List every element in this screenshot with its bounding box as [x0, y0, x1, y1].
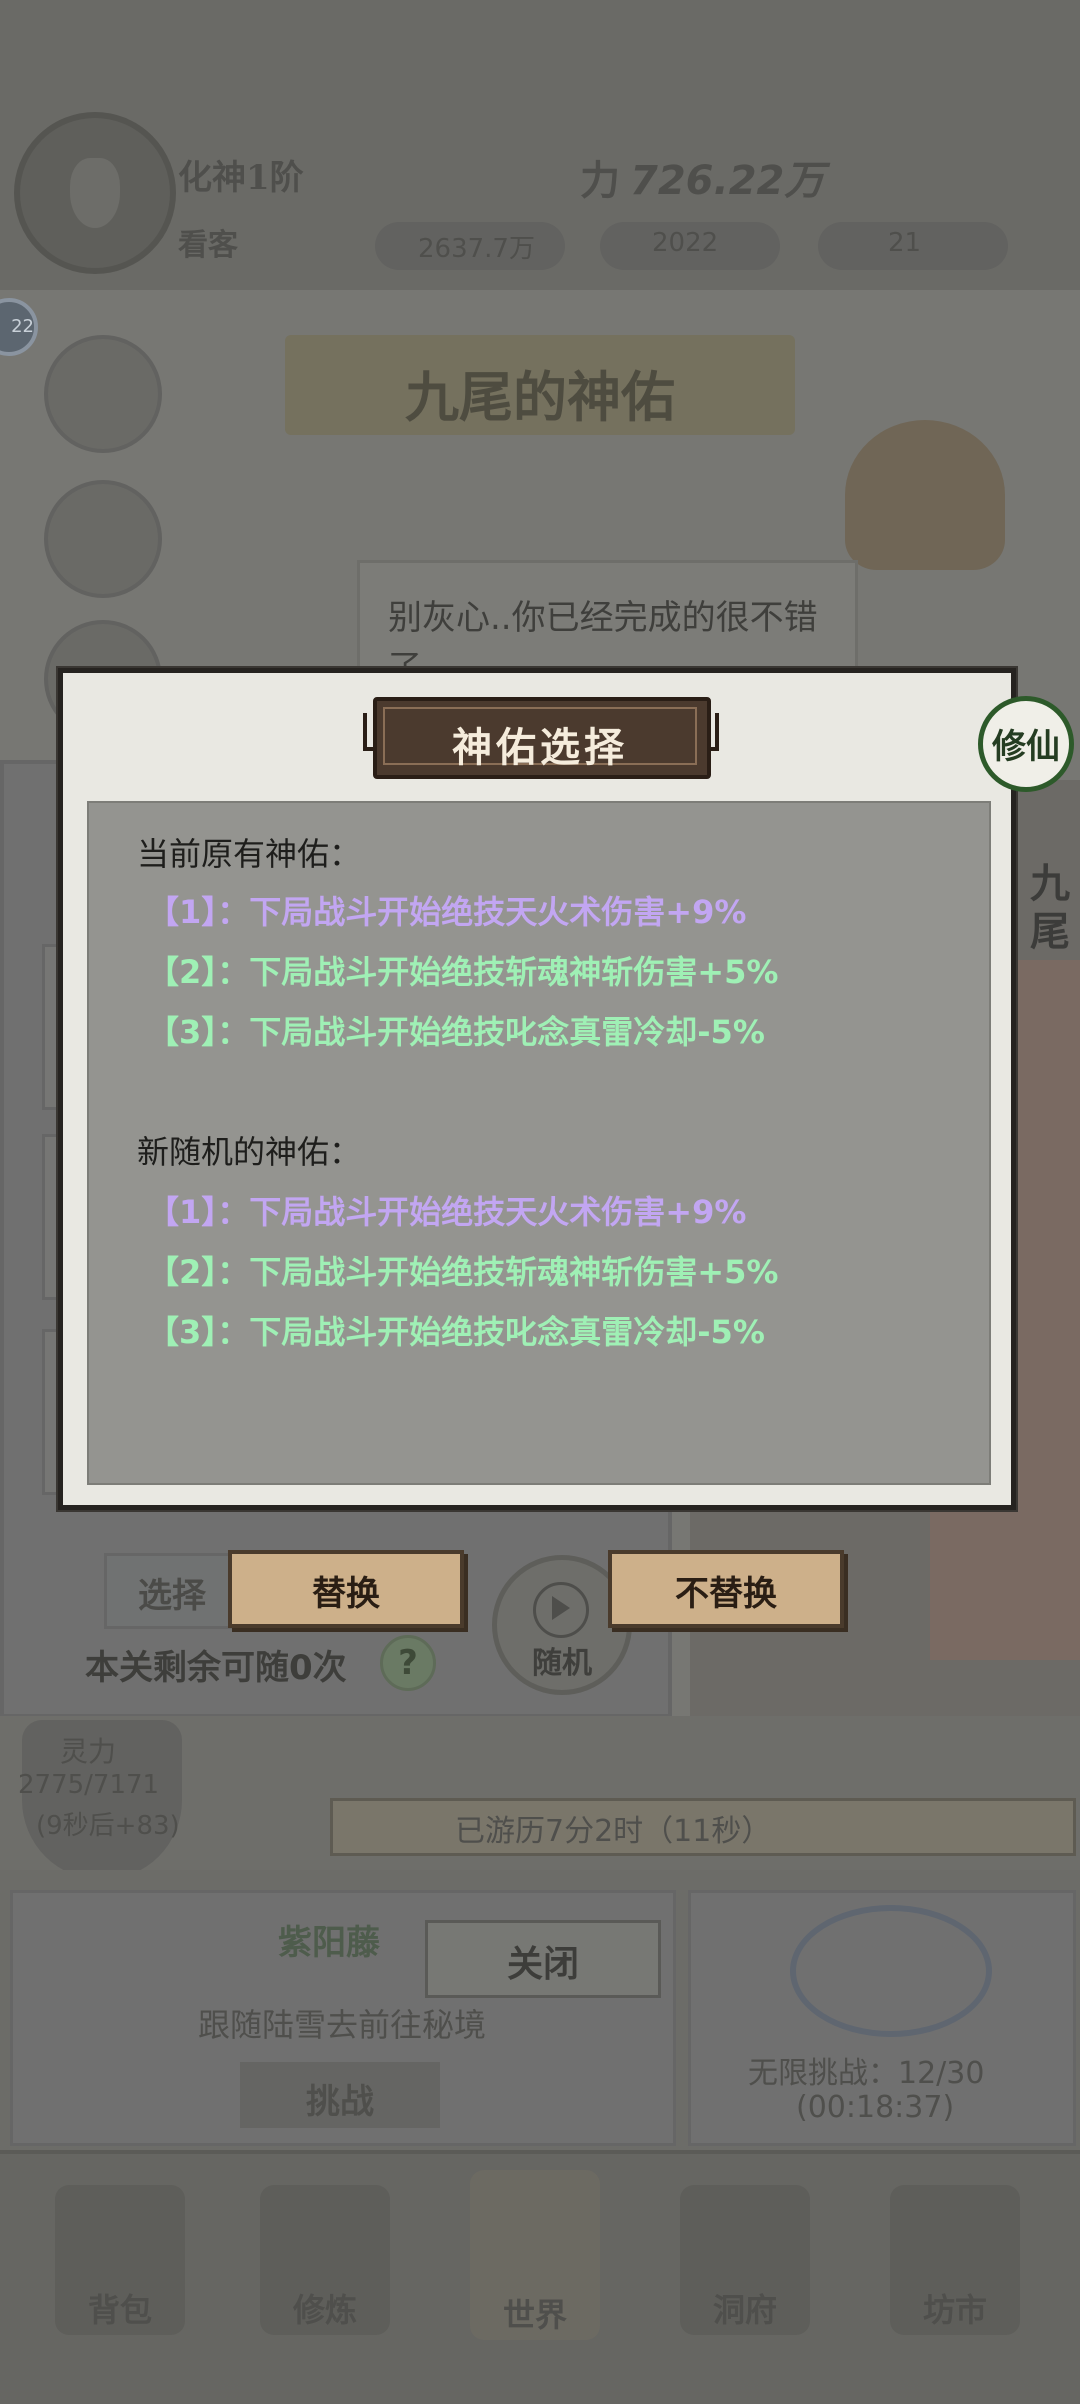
nav-world[interactable]: 世界	[470, 2170, 600, 2340]
choose-label: 选择	[138, 1576, 206, 1616]
challenge-label: 挑战	[306, 2082, 374, 2122]
side-name: 九尾	[1030, 861, 1070, 955]
replace-label: 替换	[312, 1574, 380, 1614]
random-label: 随机	[532, 1646, 592, 1681]
remaining-count: 本关剩余可随0次	[85, 1648, 347, 1688]
stat-2-value: 2022	[652, 228, 719, 258]
play-icon	[552, 1596, 570, 1620]
player-title: 看客	[178, 228, 238, 263]
player-avatar[interactable]	[14, 112, 176, 274]
scene-banner: 九尾的神佑	[285, 335, 795, 435]
stat-1-value: 2637.7万	[418, 234, 535, 264]
limit-text: 无限挑战：12/30	[748, 2056, 985, 2091]
nav-cave-label: 洞府	[712, 2291, 777, 2329]
left-menu-icon-1[interactable]	[44, 335, 162, 453]
nav-cultivate-label: 修炼	[292, 2291, 357, 2329]
challenge-button[interactable]: 挑战	[240, 2062, 440, 2128]
replace-button[interactable]: 替换	[228, 1550, 464, 1628]
spirit-label: 灵力	[60, 1735, 117, 1768]
limit-timer: (00:18:37)	[796, 2090, 955, 2125]
nav-cultivate[interactable]: 修炼	[260, 2185, 390, 2335]
power-value: 726.22万	[630, 158, 825, 204]
current-blessing-2: 【2】：下局战斗开始绝技斩魂神斩伤害+5%	[147, 953, 779, 991]
eye-icon	[790, 1905, 992, 2037]
dialog-title: 神佑选择	[452, 724, 628, 771]
nav-market-label: 坊市	[922, 2291, 987, 2329]
xiuxian-badge-icon[interactable]: 修仙	[978, 696, 1074, 792]
help-icon[interactable]: ?	[380, 1635, 436, 1691]
nav-market[interactable]: 坊市	[890, 2185, 1020, 2335]
current-blessing-3: 【3】：下局战斗开始绝技叱念真雷冷却-5%	[147, 1013, 765, 1051]
event-desc: 跟随陆雪去前往秘境	[198, 2006, 487, 2044]
new-blessing-1: 【1】：下局战斗开始绝技天火术伤害+9%	[147, 1193, 747, 1231]
current-blessing-1: 【1】：下局战斗开始绝技天火术伤害+9%	[147, 893, 747, 931]
nav-cave[interactable]: 洞府	[680, 2185, 810, 2335]
new-blessings-label: 新随机的神佑：	[137, 1133, 362, 1171]
avatar-face-icon	[70, 158, 120, 228]
treasure-icon[interactable]	[845, 420, 1005, 570]
nav-bag[interactable]: 背包	[55, 2185, 185, 2335]
left-menu-icon-2[interactable]	[44, 480, 162, 598]
scene-banner-title: 九尾的神佑	[405, 365, 675, 429]
power-label: 力	[580, 157, 620, 204]
player-realm: 化神1阶	[178, 158, 304, 198]
current-blessings-label: 当前原有神佑：	[137, 835, 362, 873]
choose-button[interactable]: 选择	[104, 1553, 240, 1629]
badge-text: 修仙	[992, 727, 1060, 767]
spirit-sub: (9秒后+83)	[36, 1811, 180, 1841]
new-blessing-2: 【2】：下局战斗开始绝技斩魂神斩伤害+5%	[147, 1253, 779, 1291]
nav-bag-label: 背包	[87, 2291, 152, 2329]
nav-world-label: 世界	[502, 2296, 567, 2334]
keep-label: 不替换	[675, 1574, 777, 1614]
stat-3-value: 21	[888, 228, 922, 258]
blessing-select-dialog: 神佑选择 当前原有神佑： 【1】：下局战斗开始绝技天火术伤害+9% 【2】：下局…	[58, 668, 1016, 1510]
travel-progress-text: 已游历7分2时（11秒）	[455, 1814, 772, 1849]
dialog-title-plate: 神佑选择	[373, 697, 711, 779]
keep-button[interactable]: 不替换	[608, 1550, 844, 1628]
title-plate-border: 神佑选择	[383, 707, 697, 771]
close-button[interactable]: 关闭	[425, 1920, 661, 1998]
event-title: 紫阳藤	[278, 1923, 380, 1963]
dialog-content: 当前原有神佑： 【1】：下局战斗开始绝技天火术伤害+9% 【2】：下局战斗开始绝…	[87, 801, 991, 1485]
new-blessing-3: 【3】：下局战斗开始绝技叱念真雷冷却-5%	[147, 1313, 765, 1351]
close-label: 关闭	[506, 1943, 579, 1985]
spirit-value: 2775/7171	[18, 1770, 160, 1800]
